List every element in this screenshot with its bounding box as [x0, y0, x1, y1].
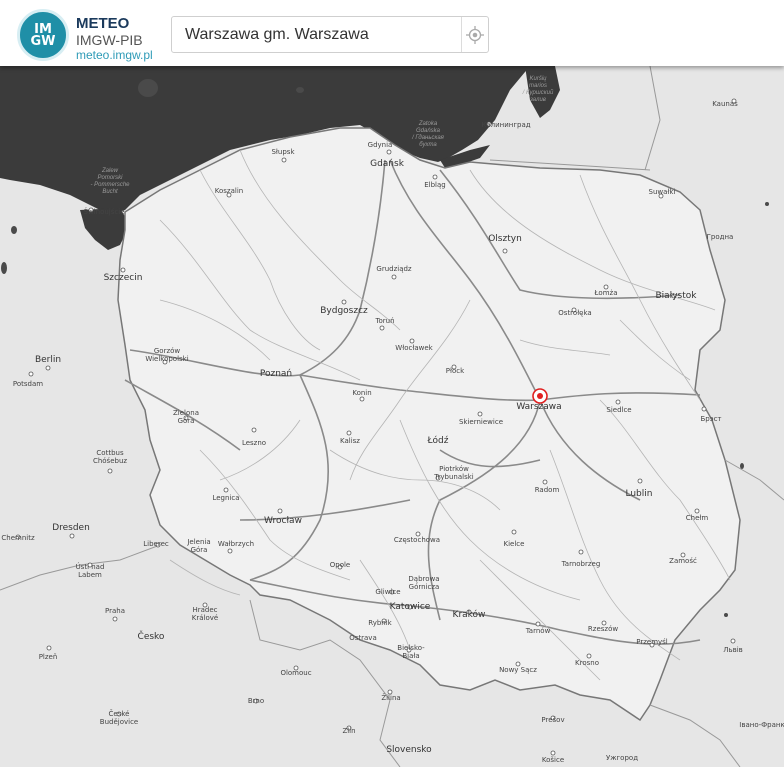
label-tarnow: Tarnów [525, 627, 551, 635]
label-gdansk: Gdańsk [370, 159, 405, 169]
label-dabrowa: Dąbrowa Górnicza [408, 575, 439, 591]
label-warszawa: Warszawa [516, 402, 561, 412]
label-usti: Ústí nad Labem [76, 562, 105, 579]
label-lublin: Lublin [626, 489, 653, 499]
label-presov: Prešov [541, 716, 564, 724]
label-wloclawek: Włocławek [395, 344, 433, 352]
location-search-input[interactable] [172, 17, 462, 52]
label-zilina: Žilina [381, 693, 400, 702]
label-cesko: Česko [138, 630, 165, 642]
label-kaliningrad: Калининград [481, 121, 530, 129]
label-praha: Praha [105, 607, 125, 615]
label-elblag: Elbląg [424, 181, 446, 189]
label-lviv: Львів [723, 646, 743, 654]
label-torun: Toruń [374, 317, 394, 325]
header-bar: IM GW METEO IMGW-PIB meteo.imgw.pl [0, 0, 784, 66]
label-opole: Opole [330, 561, 351, 569]
label-poznan: Poznań [260, 369, 292, 379]
selected-location-marker[interactable] [532, 388, 548, 404]
label-wroclaw: Wrocław [264, 516, 302, 526]
label-katowice: Katowice [390, 602, 431, 612]
label-olomouc: Olomouc [280, 669, 311, 677]
label-jelenia: Jelenia Góra [186, 538, 210, 554]
label-ostroleka: Ostrołęka [558, 309, 591, 317]
label-olsztyn: Olsztyn [488, 234, 522, 244]
label-kielce: Kielce [504, 540, 525, 548]
label-zamosc: Zamość [669, 557, 697, 565]
label-krosno: Krosno [575, 659, 599, 667]
label-bydgoszcz: Bydgoszcz [320, 306, 368, 316]
label-swinoujscie: Świnoujście [84, 207, 125, 216]
label-legnica: Legnica [212, 494, 239, 502]
label-kaunas: Kaunas [712, 100, 738, 108]
crosshair-icon [466, 26, 484, 44]
label-ostrava: Ostrava [349, 634, 377, 642]
label-skierniewice: Skierniewice [459, 418, 503, 426]
label-brest: Брэст [700, 415, 721, 423]
brand-title: METEO [76, 15, 130, 32]
label-walbrzych: Wałbrzych [218, 540, 254, 548]
label-gdynia: Gdynia [368, 141, 393, 149]
label-tarnobrzeg: Tarnobrzeg [561, 560, 601, 568]
label-chemnitz: Chemnitz [1, 534, 35, 542]
label-bialystok: Białystok [655, 291, 697, 301]
label-potsdam: Potsdam [13, 380, 43, 388]
label-piotrkow: Piotrków Trybunalski [433, 465, 474, 481]
label-chelm: Chełm [686, 514, 709, 522]
label-suwalki: Suwałki [649, 188, 676, 196]
label-slovensko: Slovensko [386, 745, 432, 755]
label-szczecin: Szczecin [104, 273, 143, 283]
label-radom: Radom [535, 486, 560, 494]
label-dresden: Dresden [52, 523, 90, 533]
location-search [171, 16, 489, 53]
label-berlin: Berlin [35, 355, 61, 365]
label-plock: Płock [446, 367, 465, 375]
label-nowy-sacz: Nowy Sącz [499, 666, 537, 674]
label-rzeszow: Rzeszów [588, 625, 618, 633]
logo-text-line2: GW [30, 34, 56, 49]
label-grudziadz: Grudziądz [376, 265, 412, 273]
label-lomza: Łomża [594, 289, 618, 297]
label-siedlce: Siedlce [606, 406, 631, 414]
label-krakow: Kraków [453, 609, 486, 620]
brand-url-link[interactable]: meteo.imgw.pl [76, 48, 153, 62]
label-leszno: Leszno [242, 439, 266, 447]
locate-me-button[interactable] [461, 17, 488, 52]
label-kalisz: Kalisz [340, 437, 360, 445]
label-czestochowa: Częstochowa [394, 536, 440, 544]
label-cottbus: Cottbus Chóśebuz [93, 449, 127, 465]
label-lodz: Łódź [426, 435, 448, 446]
label-rybnik: Rybnik [368, 619, 392, 627]
label-uzhhorod: Ужгород [606, 754, 638, 762]
label-hradec: Hradec Králové [192, 606, 218, 622]
label-grodno: Гродна [707, 233, 734, 241]
label-kosice: Košice [542, 756, 564, 764]
label-liberec: Liberec [143, 540, 169, 548]
label-ivano: Івано-Франк [739, 721, 784, 729]
label-plzen: Plzeň [39, 653, 58, 661]
label-przemysl: Przemyśl [636, 638, 668, 646]
brand-subtitle: IMGW-PIB [76, 32, 143, 48]
label-zlin: Zlín [342, 727, 355, 735]
label-brno: Brno [248, 697, 264, 705]
map[interactable]: Zalew Pomorski - Pommersche Bucht Zatoka Gda… [0, 0, 784, 767]
imgw-logo[interactable]: IM GW [17, 9, 69, 61]
label-konin: Konin [352, 389, 371, 397]
label-slupsk: Słupsk [271, 148, 295, 156]
label-gliwice: Gliwice [375, 588, 400, 596]
label-koszalin: Koszalin [215, 187, 243, 195]
